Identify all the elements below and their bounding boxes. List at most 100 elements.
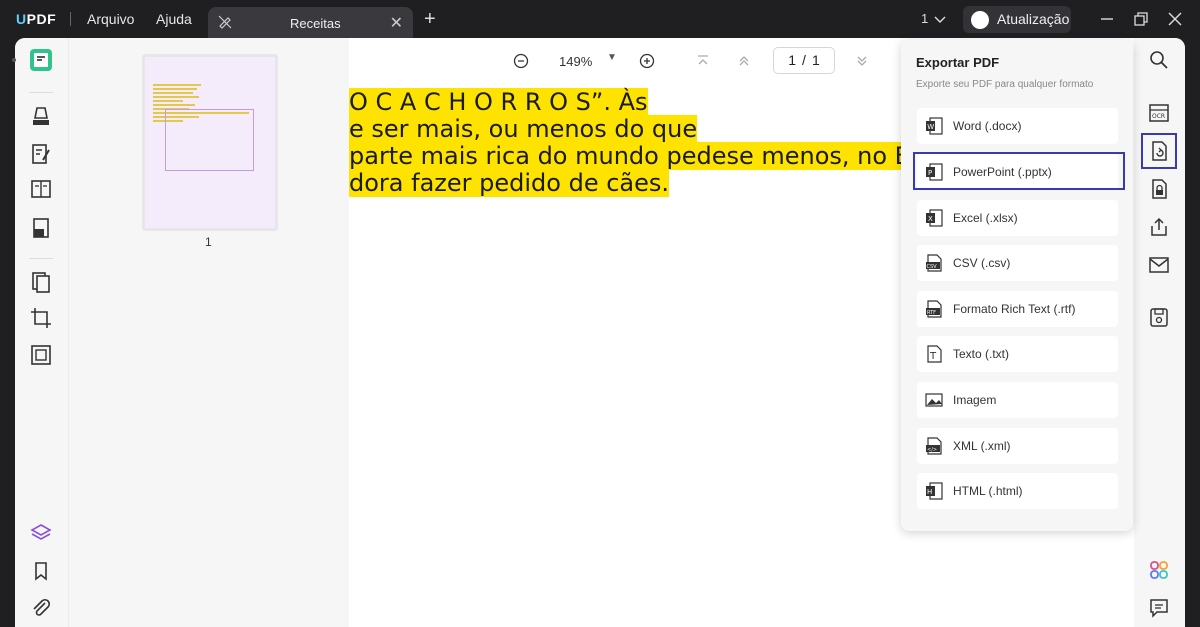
thumb-text-line: [153, 92, 193, 94]
tab-receitas[interactable]: Receitas ✕: [208, 7, 413, 38]
export-word-button[interactable]: W Word (.docx): [917, 108, 1118, 144]
export-panel-subtitle: Exporte seu PDF para qualquer formato: [916, 79, 1094, 90]
txt-icon: T: [927, 345, 942, 363]
svg-text:H: H: [927, 488, 932, 496]
menu-file[interactable]: Arquivo: [87, 11, 134, 27]
edit-off-icon: [218, 15, 232, 29]
csv-icon: CSV: [926, 254, 942, 272]
thumbnail-page-number: 1: [205, 235, 212, 249]
edit-pdf-icon[interactable]: [29, 142, 53, 166]
share-icon[interactable]: [1148, 216, 1170, 238]
toolbar-divider: [29, 92, 53, 93]
export-image-button[interactable]: Imagem: [917, 382, 1118, 418]
zoom-in-icon[interactable]: [639, 53, 655, 69]
comment-icon[interactable]: [29, 104, 53, 128]
organize-icon[interactable]: [29, 177, 53, 201]
protect-icon[interactable]: [1148, 178, 1170, 200]
page-number-input[interactable]: 1/1: [773, 47, 835, 74]
zoom-dropdown-icon[interactable]: ▼: [607, 52, 617, 63]
export-xml-button[interactable]: </> XML (.xml): [917, 428, 1118, 464]
toolbar-divider: [29, 258, 53, 259]
thumbnail-panel: 1: [68, 38, 349, 627]
first-page-icon[interactable]: [695, 53, 711, 69]
crop-icon[interactable]: [29, 306, 53, 330]
reader-icon[interactable]: [29, 48, 53, 72]
app-logo[interactable]: UPDF: [16, 11, 56, 27]
tab-label: Receitas: [290, 16, 341, 31]
attachment-icon[interactable]: [29, 596, 53, 620]
left-toolbar: [15, 38, 68, 627]
save-icon[interactable]: [1148, 306, 1170, 328]
svg-text:T: T: [929, 351, 937, 362]
update-button[interactable]: Atualização: [963, 6, 1071, 33]
right-toolbar: OCR: [1134, 38, 1185, 627]
xml-icon: </>: [926, 437, 942, 455]
search-icon[interactable]: [1148, 49, 1170, 71]
svg-text:W: W: [927, 123, 934, 131]
export-option-label: Imagem: [953, 393, 997, 407]
export-option-label: CSV (.csv): [953, 256, 1011, 270]
export-option-label: Word (.docx): [953, 119, 1022, 133]
export-pdf-panel: Exportar PDF Exporte seu PDF para qualqu…: [901, 40, 1133, 531]
title-bar: UPDF Arquivo Ajuda Receitas ✕ + 1 Atuali…: [0, 0, 1200, 38]
selected-export-highlight: [913, 152, 1125, 190]
excel-icon: X: [926, 209, 943, 227]
export-icon[interactable]: [1148, 140, 1170, 162]
minimize-icon[interactable]: [1098, 10, 1116, 28]
doc-text-line: dora fazer pedido de cães.: [349, 169, 670, 197]
restore-icon[interactable]: [1132, 10, 1150, 28]
thumb-text-line: [153, 96, 199, 98]
previous-page-icon[interactable]: [736, 53, 752, 69]
new-tab-button[interactable]: +: [424, 8, 436, 31]
svg-text:X: X: [928, 215, 933, 223]
comment-list-icon[interactable]: [1148, 597, 1170, 619]
close-icon[interactable]: [1166, 10, 1184, 28]
export-option-label: HTML (.html): [953, 484, 1023, 498]
form-icon[interactable]: [29, 216, 53, 240]
html-icon: H: [926, 482, 943, 500]
thumb-text-line: [153, 88, 197, 90]
tab-close-icon[interactable]: ✕: [390, 13, 403, 33]
rtf-icon: RTF: [926, 300, 942, 318]
thumb-text-line: [153, 104, 195, 106]
ocr-icon[interactable]: OCR: [1148, 102, 1170, 124]
title-separator: [70, 12, 71, 26]
export-csv-button[interactable]: CSV CSV (.csv): [917, 245, 1118, 281]
svg-text:RTF: RTF: [927, 310, 936, 316]
doc-text-line: e ser mais, ou menos do que: [349, 115, 698, 143]
next-page-icon[interactable]: [854, 53, 870, 69]
word-icon: W: [926, 117, 943, 135]
export-option-label: XML (.xml): [953, 439, 1011, 453]
svg-text:OCR: OCR: [1152, 113, 1165, 120]
email-icon[interactable]: [1148, 254, 1170, 276]
export-panel-title: Exportar PDF: [916, 55, 1000, 70]
menu-help[interactable]: Ajuda: [156, 11, 192, 27]
svg-text:</>: </>: [927, 447, 937, 453]
compress-icon[interactable]: [29, 343, 53, 367]
export-option-label: Texto (.txt): [953, 347, 1010, 361]
image-icon: [925, 393, 943, 407]
export-txt-button[interactable]: T Texto (.txt): [917, 336, 1118, 372]
export-excel-button[interactable]: X Excel (.xlsx): [917, 200, 1118, 236]
page-thumbnail[interactable]: [142, 54, 278, 231]
export-option-label: Formato Rich Text (.rtf): [953, 302, 1076, 316]
avatar: [971, 11, 989, 29]
thumb-text-line: [153, 100, 183, 102]
zoom-level[interactable]: 149%: [559, 54, 592, 69]
window-count[interactable]: 1: [921, 11, 928, 26]
thumb-text-box: [165, 109, 254, 171]
chevron-down-icon[interactable]: [934, 10, 946, 28]
svg-text:CSV: CSV: [927, 264, 938, 270]
export-html-button[interactable]: H HTML (.html): [917, 473, 1118, 509]
export-option-label: Excel (.xlsx): [953, 211, 1018, 225]
update-label: Atualização: [997, 11, 1070, 27]
pages-icon[interactable]: [29, 270, 53, 294]
export-rtf-button[interactable]: RTF Formato Rich Text (.rtf): [917, 291, 1118, 327]
thumb-text-line: [153, 84, 201, 86]
bookmark-icon[interactable]: [29, 559, 53, 583]
ai-assistant-icon[interactable]: [1148, 559, 1170, 581]
zoom-out-icon[interactable]: [513, 53, 529, 69]
sidebar-indicator-dot: [12, 58, 16, 62]
doc-text-line: O C A C H O R R O S”. Às: [349, 88, 648, 116]
layers-icon[interactable]: [29, 521, 53, 545]
